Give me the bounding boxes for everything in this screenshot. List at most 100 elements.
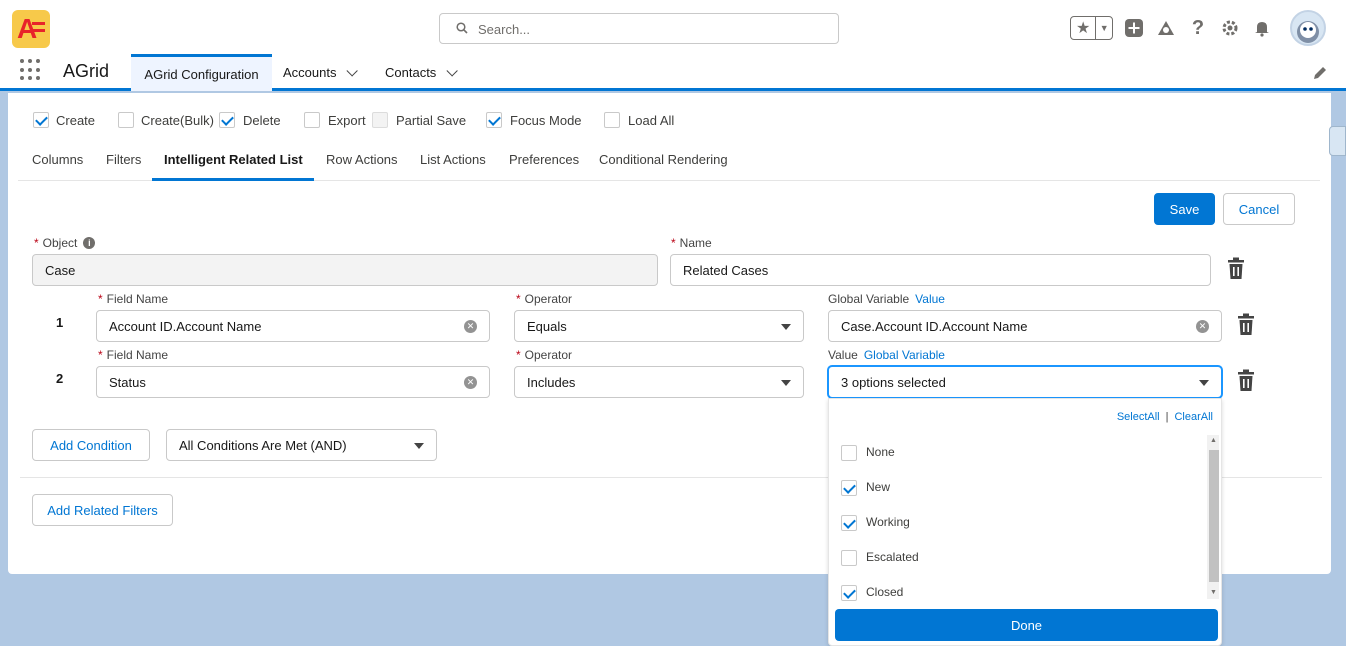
settings-gear-icon[interactable] [1219,17,1241,39]
partial-save-checkbox[interactable] [372,112,388,128]
operator-select[interactable]: Equals [514,310,804,342]
option-checkbox[interactable] [841,445,857,461]
caret-down-icon [1199,380,1209,386]
operator-select[interactable]: Includes [514,366,804,398]
side-panel-handle[interactable] [1329,126,1346,156]
done-button[interactable]: Done [835,609,1218,641]
tab-list-actions[interactable]: List Actions [420,152,486,167]
caret-down-icon [781,324,791,330]
required-mark: * [516,348,521,362]
cancel-button[interactable]: Cancel [1223,193,1295,225]
tab-intelligent-related-list[interactable]: Intelligent Related List [164,152,303,167]
option-label: Closed [866,585,904,599]
value-type-label: Value Global Variable [828,348,945,362]
name-label-text: Name [679,236,712,250]
user-avatar[interactable] [1290,10,1326,46]
export-checkbox[interactable] [304,112,320,128]
operator-label-text: Operator [524,348,573,362]
create-label: Create [56,113,96,128]
condition-number: 2 [56,371,64,386]
app-name: AGrid [63,61,110,81]
multiselect-summary: 3 options selected [841,374,946,390]
scroll-up-arrow-icon[interactable]: ▲ [1210,437,1217,444]
tab-conditional-rendering[interactable]: Conditional Rendering [599,152,728,167]
value-multiselect[interactable]: 3 options selected [828,366,1222,398]
required-mark: * [516,292,521,306]
export-label: Export [328,113,366,128]
clear-icon[interactable]: ✕ [1196,320,1209,333]
option-checkbox[interactable] [841,480,857,496]
name-input[interactable]: Related Cases [670,254,1211,286]
trailhead-icon[interactable] [1155,17,1177,39]
star-icon[interactable]: ★ [1071,17,1097,39]
help-icon[interactable]: ? [1187,17,1209,39]
option-checkbox[interactable] [841,515,857,531]
required-mark: * [98,292,103,306]
tab-columns[interactable]: Columns [32,152,83,167]
value-type-toggle-link[interactable]: Value [915,292,945,306]
nav-tab-accounts[interactable]: Accounts [283,54,359,91]
nav-tab-label: Accounts [283,65,337,80]
favorites-button[interactable]: ★ ▼ [1070,16,1113,40]
operator-label: * Operator [516,292,572,306]
nav-tab-agrid-configuration[interactable]: AGrid Configuration [131,54,272,91]
operator-label: * Operator [516,348,572,362]
edit-nav-pencil-icon[interactable] [1312,65,1328,81]
tab-row-actions[interactable]: Row Actions [326,152,398,167]
search-icon [456,22,468,34]
global-add-icon[interactable] [1123,17,1145,39]
option-label: New [866,480,891,494]
field-name-value: Status [109,374,146,390]
nav-tab-label: Contacts [385,65,437,80]
option-label: None [866,445,895,459]
operator-label-text: Operator [524,292,573,306]
option-checkbox[interactable] [841,550,857,566]
object-input: Case [32,254,658,286]
object-label-text: Object [42,236,78,250]
load-all-label: Load All [628,113,675,128]
value-type-label-text: Global Variable [828,292,910,306]
option-checkbox[interactable] [841,585,857,601]
field-name-label: * Field Name [98,348,168,362]
add-condition-button[interactable]: Add Condition [32,429,150,461]
tab-preferences[interactable]: Preferences [509,152,579,167]
favorites-dropdown-icon[interactable]: ▼ [1096,17,1112,39]
delete-trash-icon[interactable] [1225,257,1247,281]
dropdown-scrollbar-thumb[interactable] [1209,450,1219,582]
info-icon[interactable]: i [83,237,96,249]
option-label: Working [866,515,910,529]
app-logo[interactable]: A [12,10,50,48]
load-all-checkbox[interactable] [604,112,620,128]
delete-checkbox[interactable] [219,112,235,128]
field-name-input[interactable]: Status ✕ [96,366,490,398]
name-field-label: * Name [671,236,712,250]
focus-mode-checkbox[interactable] [486,112,502,128]
tab-filters[interactable]: Filters [106,152,141,167]
save-button[interactable]: Save [1154,193,1215,225]
clear-icon[interactable]: ✕ [464,320,477,333]
add-related-filters-button[interactable]: Add Related Filters [32,494,173,526]
field-name-value: Account ID.Account Name [109,318,262,334]
clear-all-link[interactable]: ClearAll [1174,411,1213,423]
select-all-link[interactable]: SelectAll [1117,411,1160,423]
delete-condition-trash-icon[interactable] [1235,313,1257,337]
create-bulk-checkbox[interactable] [118,112,134,128]
value-type-toggle-link[interactable]: Global Variable [864,348,945,362]
search-placeholder: Search... [478,22,531,37]
scroll-down-arrow-icon[interactable]: ▼ [1210,589,1217,596]
required-mark: * [34,236,39,250]
required-mark: * [98,348,103,362]
create-checkbox[interactable] [33,112,49,128]
app-launcher-icon[interactable] [20,59,42,81]
notifications-bell-icon[interactable] [1251,17,1273,39]
clear-icon[interactable]: ✕ [464,376,477,389]
value-type-label: Global Variable Value [828,292,945,306]
condition-logic-select[interactable]: All Conditions Are Met (AND) [166,429,437,461]
name-value: Related Cases [683,262,769,278]
field-name-input[interactable]: Account ID.Account Name ✕ [96,310,490,342]
global-search-input[interactable]: Search... [439,13,839,44]
nav-tab-contacts[interactable]: Contacts [385,54,459,91]
field-name-label: * Field Name [98,292,168,306]
delete-condition-trash-icon[interactable] [1235,369,1257,393]
global-variable-input[interactable]: Case.Account ID.Account Name ✕ [828,310,1222,342]
